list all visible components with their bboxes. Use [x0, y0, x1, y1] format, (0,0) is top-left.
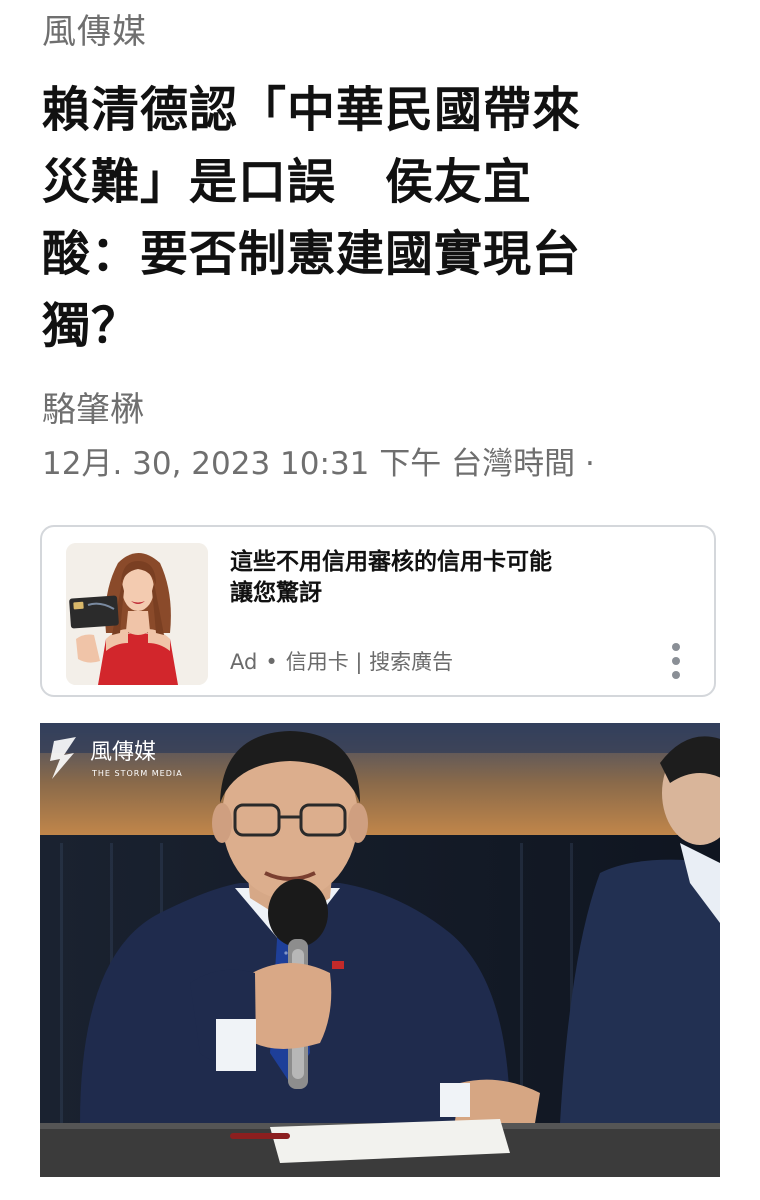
ad-meta-separator: • [265, 650, 278, 674]
photo-watermark-sub: THE STORM MEDIA [91, 769, 183, 778]
headline-line-4: 獨？ [42, 298, 141, 354]
article-headline: 賴清德認「中華民國帶來 災難」是口誤 侯友宜 酸：要否制憲建國實現台 獨？ [42, 74, 682, 362]
publish-date: 12月. 30, 2023 10:31 下午 台灣時間 · [42, 446, 595, 482]
publisher-name[interactable]: 風傳媒 [42, 8, 147, 56]
kebab-menu-icon[interactable] [668, 641, 684, 681]
article-photo[interactable]: 風傳媒 THE STORM MEDIA [40, 723, 720, 1177]
sponsored-ad-card[interactable]: 這些不用信用審核的信用卡可能 讓您驚訝 Ad • 信用卡 | 搜索廣告 [40, 525, 716, 697]
headline-line-2: 災難」是口誤 侯友宜 [42, 154, 533, 210]
ad-sponsor: 信用卡 | 搜索廣告 [285, 650, 454, 674]
ad-headline-line-1: 這些不用信用審核的信用卡可能 [230, 549, 552, 575]
author-name[interactable]: 駱肇楙 [42, 386, 144, 434]
ad-meta: Ad • 信用卡 | 搜索廣告 [230, 647, 453, 677]
woman-holding-credit-card-image [66, 543, 208, 685]
headline-line-3: 酸：要否制憲建國實現台 [42, 226, 582, 282]
headline-line-1: 賴清德認「中華民國帶來 [42, 82, 582, 138]
press-conference-photo: 風傳媒 THE STORM MEDIA [40, 723, 720, 1177]
ad-label: Ad [230, 650, 258, 674]
ad-thumbnail-image[interactable] [66, 543, 208, 685]
photo-watermark-name: 風傳媒 [90, 740, 156, 765]
ad-headline[interactable]: 這些不用信用審核的信用卡可能 讓您驚訝 [230, 547, 650, 609]
ad-headline-line-2: 讓您驚訝 [230, 580, 322, 606]
